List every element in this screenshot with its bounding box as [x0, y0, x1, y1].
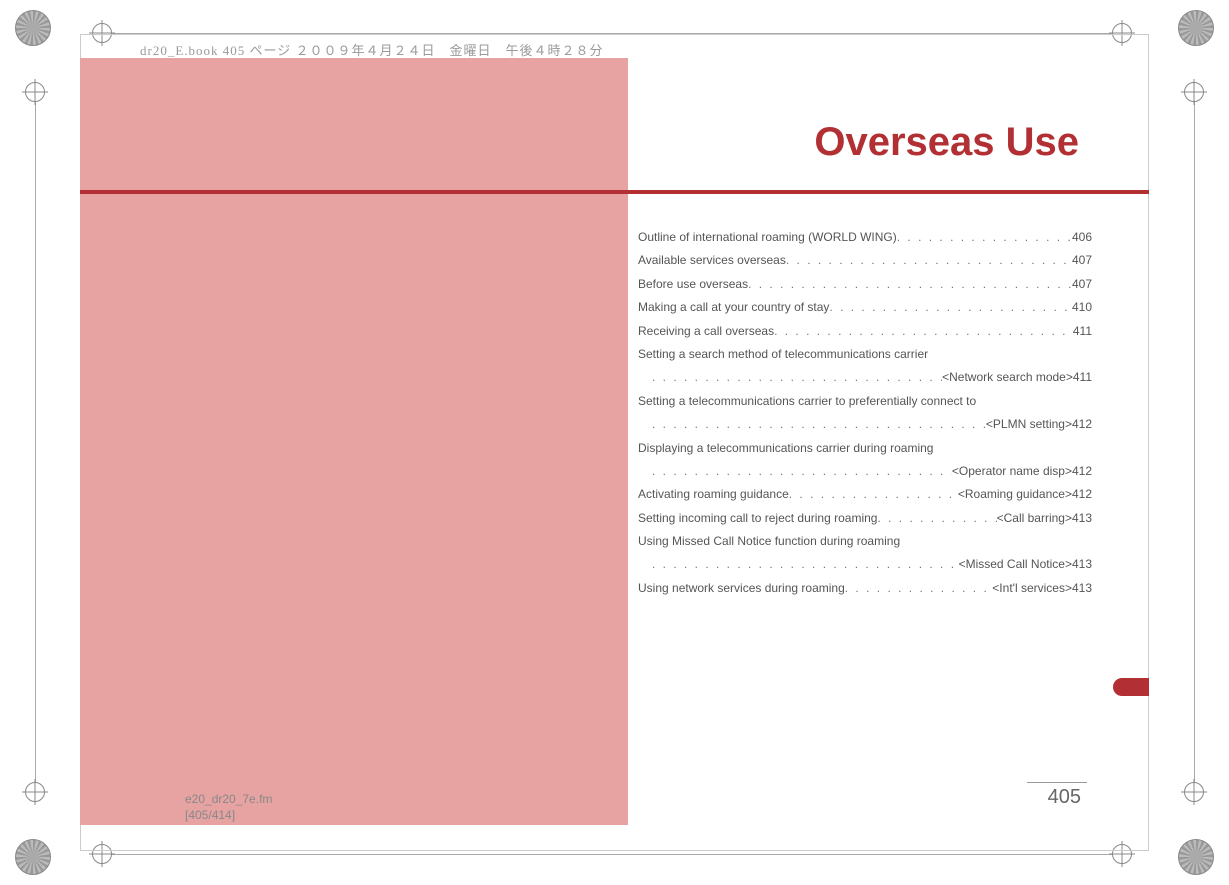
- toc-entry: Available services overseas 407: [638, 249, 1092, 272]
- toc-entry: Using Missed Call Notice function during…: [638, 530, 1092, 553]
- toc-label: Displaying a telecommunications carrier …: [638, 437, 933, 460]
- toc-suffix: <Network search mode>: [942, 366, 1073, 389]
- chapter-color-block: [80, 58, 628, 825]
- toc-entry-cont: <Operator name disp>412: [638, 460, 1092, 483]
- toc-label: Making a call at your country of stay: [638, 296, 829, 319]
- toc-entry: Setting incoming call to reject during r…: [638, 507, 1092, 530]
- toc-dots: [652, 460, 952, 483]
- toc-page: 413: [1072, 553, 1092, 576]
- page-number: 405: [1048, 786, 1081, 809]
- toc-label: Setting a search method of telecommunica…: [638, 343, 928, 366]
- toc-page: 407: [1072, 273, 1092, 296]
- toc-label: Using network services during roaming: [638, 577, 845, 600]
- toc-page: 411: [1073, 320, 1092, 343]
- footer-range: [405/414]: [185, 807, 272, 823]
- toc-entry: Receiving a call overseas 411: [638, 320, 1092, 343]
- toc-page: 412: [1072, 460, 1092, 483]
- footer-meta: e20_dr20_7e.fm [405/414]: [185, 791, 272, 823]
- crop-rosette-icon: [15, 10, 51, 46]
- toc-dots: [877, 507, 996, 530]
- toc-entry: Setting a telecommunications carrier to …: [638, 390, 1092, 413]
- toc-box: Outline of international roaming (WORLD …: [628, 218, 1102, 610]
- toc-dots: [748, 273, 1072, 296]
- toc-label: Setting a telecommunications carrier to …: [638, 390, 976, 413]
- toc-page: 412: [1072, 413, 1092, 436]
- toc-dots: [774, 320, 1073, 343]
- crop-rosette-icon: [1178, 10, 1214, 46]
- toc-suffix: <Call barring>: [997, 507, 1072, 530]
- toc-page: 406: [1072, 226, 1092, 249]
- thumb-tab: [1113, 678, 1149, 696]
- toc-page: 413: [1072, 577, 1092, 600]
- toc-label: Before use overseas: [638, 273, 748, 296]
- toc-entry-cont: <Network search mode>411: [638, 366, 1092, 389]
- toc-label: Outline of international roaming (WORLD …: [638, 226, 897, 249]
- toc-dots: [786, 249, 1072, 272]
- registration-bar-right: [1181, 82, 1207, 802]
- crop-rosette-icon: [15, 839, 51, 875]
- toc-suffix: <Operator name disp>: [952, 460, 1072, 483]
- page-body: Overseas Use Outline of international ro…: [80, 58, 1149, 825]
- toc-dots: [845, 577, 993, 600]
- toc-label: Using Missed Call Notice function during…: [638, 530, 900, 553]
- toc-entry-cont: <Missed Call Notice>413: [638, 553, 1092, 576]
- toc-page: 410: [1072, 296, 1092, 319]
- crop-rosette-icon: [1178, 839, 1214, 875]
- toc-entry: Making a call at your country of stay 410: [638, 296, 1092, 319]
- toc-suffix: <Int'l services>: [992, 577, 1072, 600]
- toc-entry: Setting a search method of telecommunica…: [638, 343, 1092, 366]
- toc-page: 413: [1072, 507, 1092, 530]
- toc-label: Activating roaming guidance: [638, 483, 789, 506]
- toc-page: 412: [1072, 483, 1092, 506]
- toc-suffix: <Missed Call Notice>: [959, 553, 1072, 576]
- toc-entry: Before use overseas 407: [638, 273, 1092, 296]
- toc-dots: [829, 296, 1072, 319]
- book-header: dr20_E.book 405 ページ ２００９年４月２４日 金曜日 午後４時２…: [140, 40, 604, 59]
- toc-dots: [652, 413, 986, 436]
- toc-entry: Outline of international roaming (WORLD …: [638, 226, 1092, 249]
- page-number-rule: [1027, 782, 1087, 783]
- registration-bar-left: [22, 82, 48, 802]
- toc-page: 411: [1073, 366, 1092, 389]
- chapter-title: Overseas Use: [80, 120, 1079, 165]
- chapter-rule: [80, 190, 1149, 194]
- toc-dots: [789, 483, 958, 506]
- toc-page: 407: [1072, 249, 1092, 272]
- toc-dots: [652, 553, 959, 576]
- toc-dots: [652, 366, 942, 389]
- toc-suffix: <Roaming guidance>: [958, 483, 1072, 506]
- toc-label: Setting incoming call to reject during r…: [638, 507, 877, 530]
- footer-file: e20_dr20_7e.fm: [185, 791, 272, 807]
- toc-entry: Using network services during roaming <In…: [638, 577, 1092, 600]
- toc-label: Receiving a call overseas: [638, 320, 774, 343]
- toc-entry: Activating roaming guidance <Roaming guid…: [638, 483, 1092, 506]
- toc-suffix: <PLMN setting>: [986, 413, 1072, 436]
- toc-dots: [897, 226, 1072, 249]
- toc-entry-cont: <PLMN setting>412: [638, 413, 1092, 436]
- toc-entry: Displaying a telecommunications carrier …: [638, 437, 1092, 460]
- toc-label: Available services overseas: [638, 249, 786, 272]
- chapter-title-area: Overseas Use: [80, 120, 1149, 165]
